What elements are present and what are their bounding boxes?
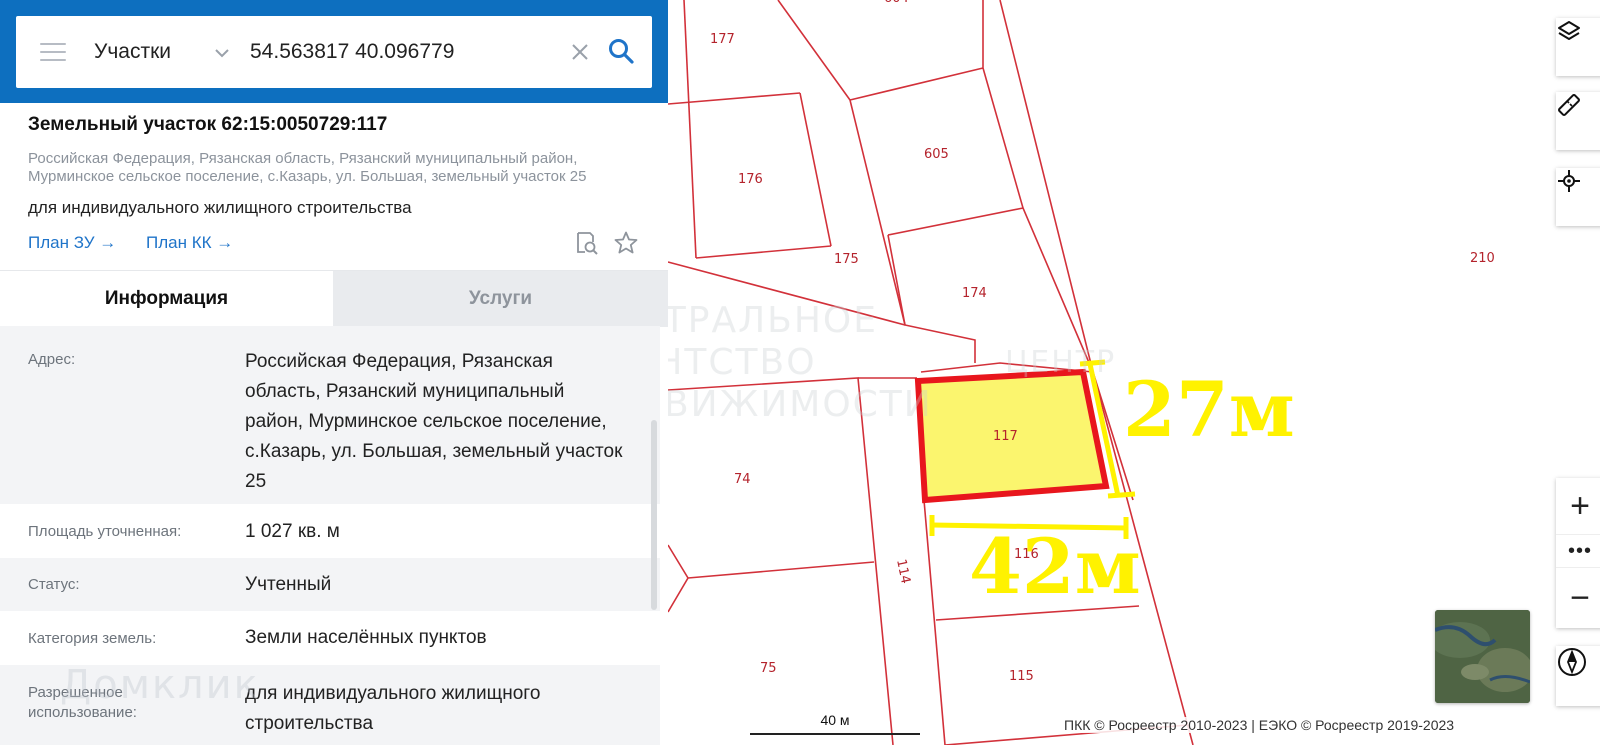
plot-label: 604 xyxy=(884,0,909,6)
status-value: Учтенный xyxy=(245,574,332,595)
category-value: Земли населённых пунктов xyxy=(245,627,487,648)
dimension-width-label: 27м xyxy=(1123,365,1295,454)
area-label: Площадь уточненная: xyxy=(28,523,182,540)
plot-usage: для индивидуального жилищного строительс… xyxy=(28,198,412,217)
address-value: Российская Федерация, Рязанская область,… xyxy=(245,351,623,492)
dimension-length-label: 42м xyxy=(969,522,1141,611)
table-row: Статус: Учтенный xyxy=(0,558,660,611)
plot-label: 115 xyxy=(1009,669,1034,684)
plot-label: 114 xyxy=(893,558,913,585)
layers-icon xyxy=(1558,21,1580,40)
collapse-panel-icon[interactable] xyxy=(668,36,688,66)
compass-button[interactable] xyxy=(1556,646,1600,706)
plot-address: Российская Федерация, Рязанская область,… xyxy=(28,150,587,185)
scale-label: 40 м xyxy=(820,712,850,728)
plan-zu-link[interactable]: План ЗУ → xyxy=(28,233,116,253)
search-icon[interactable] xyxy=(606,36,636,66)
plot-label: 605 xyxy=(924,147,949,162)
zoom-out-button[interactable]: − xyxy=(1556,568,1600,628)
crosshair-icon xyxy=(1558,170,1580,192)
app-root: 177 176 175 605 174 604 210 117 74 114 1… xyxy=(0,0,1600,745)
zoom-in-button[interactable]: + xyxy=(1556,478,1600,534)
table-row: Площадь уточненная: 1 027 кв. м xyxy=(0,504,660,558)
search-bar: Участки xyxy=(16,16,652,88)
layer-select[interactable]: Участки xyxy=(94,40,171,64)
table-row: Адрес: Российская Федерация, Рязанская о… xyxy=(0,326,660,504)
tab-services[interactable]: Услуги xyxy=(333,271,668,327)
compass-icon xyxy=(1558,648,1586,676)
plan-kk-link[interactable]: План КК → xyxy=(146,233,233,253)
info-panel: Участки Земельный участок 62:15:0050729:… xyxy=(0,0,668,745)
plot-label: 177 xyxy=(710,32,735,47)
document-search-icon[interactable] xyxy=(573,230,599,256)
watermark-brand2: ЦЕНТР xyxy=(1005,345,1117,380)
tab-information[interactable]: Информация xyxy=(0,271,333,327)
map-attribution: ПКК © Росреестр 2010-2023 | ЕЭКО © Росре… xyxy=(1060,717,1459,733)
ruler-icon xyxy=(1558,94,1580,116)
plot-label: 175 xyxy=(834,252,859,267)
scale-line xyxy=(750,733,920,735)
star-icon[interactable] xyxy=(613,230,639,256)
menu-icon[interactable] xyxy=(40,43,66,61)
plot-label: 74 xyxy=(734,472,751,487)
clear-icon[interactable] xyxy=(568,40,592,64)
chevron-down-icon[interactable] xyxy=(212,43,232,63)
category-label: Категория земель: xyxy=(28,630,157,647)
area-value: 1 027 кв. м xyxy=(245,521,340,542)
status-label: Статус: xyxy=(28,576,80,593)
plot-title: Земельный участок 62:15:0050729:117 xyxy=(28,114,388,135)
permitted-use-value: для индивидуального жилищного строительс… xyxy=(245,683,541,734)
layers-button[interactable] xyxy=(1556,18,1600,76)
plot-label: 210 xyxy=(1470,251,1495,266)
watermark-domclick: Домклик xyxy=(60,662,260,708)
plot-label: 117 xyxy=(993,429,1018,444)
satellite-thumbnail-icon xyxy=(1435,610,1530,703)
search-input[interactable] xyxy=(250,36,560,68)
tab-bar: Информация Услуги xyxy=(0,270,668,327)
scale-bar: 40 м xyxy=(750,712,920,735)
plot-label: 176 xyxy=(738,172,763,187)
address-label: Адрес: xyxy=(28,351,76,368)
satellite-basemap-toggle[interactable] xyxy=(1435,610,1530,703)
plot-label: 75 xyxy=(760,661,777,676)
panel-header: Участки xyxy=(0,0,668,103)
plot-label: 174 xyxy=(962,286,987,301)
panel-scrollbar[interactable] xyxy=(651,420,657,610)
locate-button[interactable] xyxy=(1556,168,1600,226)
measure-button[interactable] xyxy=(1556,92,1600,150)
zoom-more-button[interactable]: ••• xyxy=(1556,534,1600,568)
zoom-control: + ••• − xyxy=(1556,478,1600,628)
table-row: Категория земель: Земли населённых пункт… xyxy=(0,611,660,665)
